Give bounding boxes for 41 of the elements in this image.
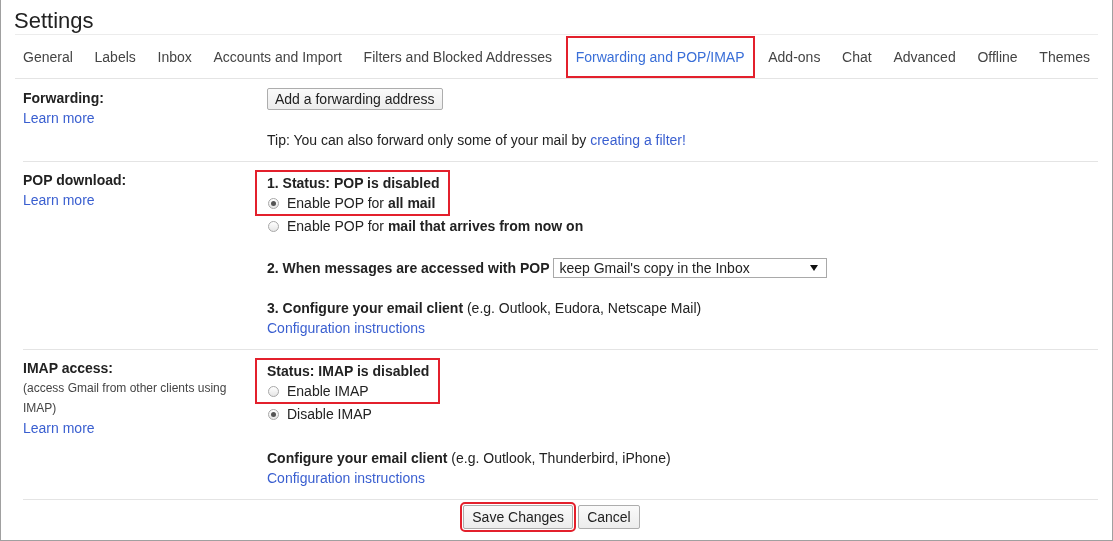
page-title: Settings [13,7,95,34]
radio-label: Enable POP for mail that arrives from now on [287,218,584,234]
pop-access-label: 2. When messages are accessed with POP [267,259,550,278]
learn-more-link[interactable]: Learn more [23,190,95,210]
configure-text: 3. Configure your email client (e.g. Outlook, Eudora, Netscape Mail) [267,299,702,318]
radio-button[interactable] [268,220,279,232]
settings-tab[interactable]: Filters and Blocked Addresses [355,36,560,78]
section-label: IMAP access: [23,359,113,378]
learn-more-link[interactable]: Learn more [23,418,95,438]
settings-tab[interactable]: Advanced [885,36,964,78]
radio-label: Disable IMAP [287,406,372,422]
caret-icon [810,265,819,271]
configuration-instructions-link[interactable]: Configuration instructions [267,318,425,338]
settings-tab[interactable]: Labels [86,36,144,78]
add-forwarding-button[interactable]: Add a forwarding address [267,88,443,110]
settings-tab[interactable]: Inbox [149,36,200,78]
action-button[interactable]: Cancel [578,505,640,529]
configure-text: Configure your email client (e.g. Outlook, Thunderbird, iPhone) [267,449,671,468]
settings-tab[interactable]: Offline [969,36,1026,78]
radio-button[interactable] [268,197,279,209]
create-filter-link[interactable]: creating a filter! [590,132,686,148]
settings-tab[interactable]: Add-ons [760,36,829,78]
section-label: Forwarding: [23,89,104,108]
radio-label: Enable IMAP [287,383,369,399]
section-label: POP download: [23,171,127,190]
learn-more-link[interactable]: Learn more [23,108,95,128]
radio-label: Enable POP for all mail [287,195,436,211]
action-button[interactable]: Save Changes [463,505,574,529]
section-note: (access Gmail from other clients using IMAP) [23,380,228,417]
settings-tab[interactable]: Accounts and Import [205,36,350,78]
settings-tab[interactable]: General [15,36,81,78]
status-text: Status: IMAP is disabled [267,362,430,381]
pop-action-dropdown[interactable]: keep Gmail's copy in the Inbox [553,258,828,278]
configuration-instructions-link[interactable]: Configuration instructions [267,468,425,488]
radio-button[interactable] [268,385,279,397]
radio-button[interactable] [268,408,279,420]
status-text: 1. Status: POP is disabled [267,174,440,193]
settings-tab[interactable]: Forwarding and POP/IMAP [565,36,755,78]
tip-text: Tip: You can also forward only some of your mail by creating a filter! [267,131,686,150]
settings-tab[interactable]: Chat [834,36,880,78]
settings-tab[interactable]: Themes [1031,36,1098,78]
